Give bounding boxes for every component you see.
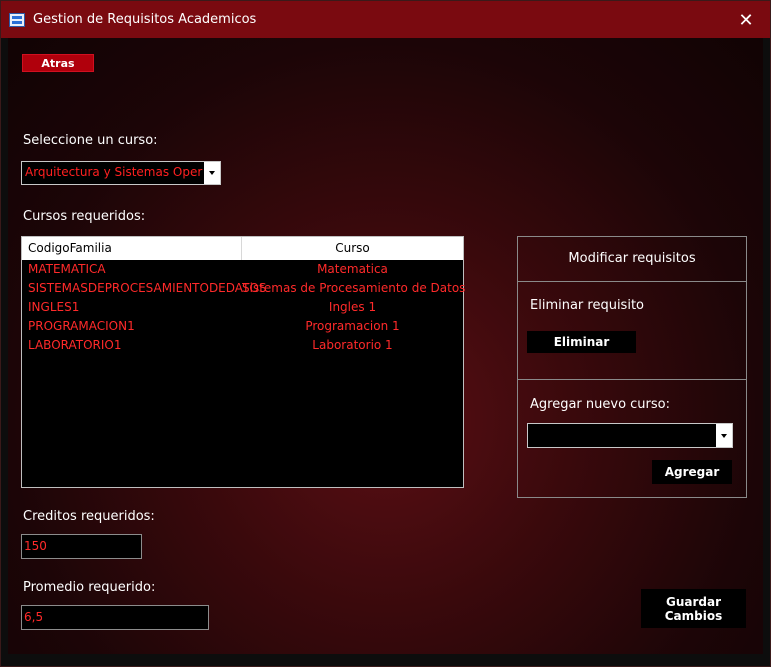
- column-header-codigo[interactable]: CodigoFamilia: [28, 237, 112, 260]
- credits-label: Creditos requeridos:: [23, 509, 155, 524]
- table-row[interactable]: MATEMATICA Matematica: [22, 262, 463, 281]
- table-row[interactable]: LABORATORIO1 Laboratorio 1: [22, 338, 463, 357]
- modify-requirements-panel: Modificar requisitos Eliminar requisito …: [517, 236, 747, 498]
- delete-button[interactable]: Eliminar: [527, 331, 636, 353]
- save-button-line1: Guardar: [665, 594, 721, 609]
- delete-requirement-label: Eliminar requisito: [530, 298, 644, 313]
- app-icon: [9, 13, 25, 27]
- save-button-line2: Cambios: [664, 608, 723, 623]
- close-icon[interactable]: ✕: [734, 8, 758, 32]
- required-courses-table[interactable]: CodigoFamilia Curso MATEMATICA Matematic…: [21, 236, 466, 488]
- course-select-value: Arquitectura y Sistemas Operat: [25, 165, 203, 179]
- chevron-down-icon[interactable]: [204, 162, 220, 184]
- table-row[interactable]: INGLES1 Ingles 1: [22, 300, 463, 319]
- chevron-down-icon[interactable]: [716, 424, 732, 447]
- panel-title: Modificar requisitos: [568, 251, 696, 266]
- average-label: Promedio requerido:: [23, 580, 156, 595]
- cell-curso: Programacion 1: [305, 319, 400, 333]
- credits-input[interactable]: 150: [21, 534, 142, 559]
- column-header-curso[interactable]: Curso: [242, 237, 463, 260]
- cell-codigo: INGLES1: [28, 300, 80, 314]
- course-select[interactable]: Arquitectura y Sistemas Operat: [21, 161, 221, 185]
- add-course-select[interactable]: [527, 423, 733, 448]
- cell-codigo: LABORATORIO1: [28, 338, 122, 352]
- table-row[interactable]: PROGRAMACION1 Programacion 1: [22, 319, 463, 338]
- window-title: Gestion de Requisitos Academicos: [33, 12, 257, 27]
- table-header: CodigoFamilia Curso: [22, 237, 463, 260]
- cell-codigo: PROGRAMACION1: [28, 319, 135, 333]
- panel-divider: [518, 379, 746, 380]
- table-row[interactable]: SISTEMASDEPROCESAMIENTODEDATOS Sistemas …: [22, 281, 466, 300]
- cell-curso: Laboratorio 1: [312, 338, 393, 352]
- cell-curso: Matematica: [317, 262, 388, 276]
- course-select-label: Seleccione un curso:: [23, 133, 158, 148]
- save-changes-button[interactable]: Guardar Cambios: [641, 589, 746, 628]
- title-bar: Gestion de Requisitos Academicos ✕: [1, 1, 770, 38]
- cell-codigo: SISTEMASDEPROCESAMIENTODEDATOS: [28, 281, 267, 295]
- panel-divider: [518, 281, 746, 282]
- back-button[interactable]: Atras: [22, 54, 94, 72]
- required-courses-label: Cursos requeridos:: [23, 209, 146, 224]
- cell-curso: Ingles 1: [328, 300, 377, 314]
- add-button[interactable]: Agregar: [652, 460, 732, 484]
- main-content: Atras Seleccione un curso: Arquitectura …: [8, 38, 763, 654]
- average-input[interactable]: 6,5: [21, 605, 209, 630]
- cell-curso: Sistemas de Procesamiento de Datos: [242, 281, 466, 295]
- app-window: Gestion de Requisitos Academicos ✕ Atras…: [0, 0, 771, 667]
- add-course-label: Agregar nuevo curso:: [530, 397, 670, 412]
- cell-codigo: MATEMATICA: [28, 262, 106, 276]
